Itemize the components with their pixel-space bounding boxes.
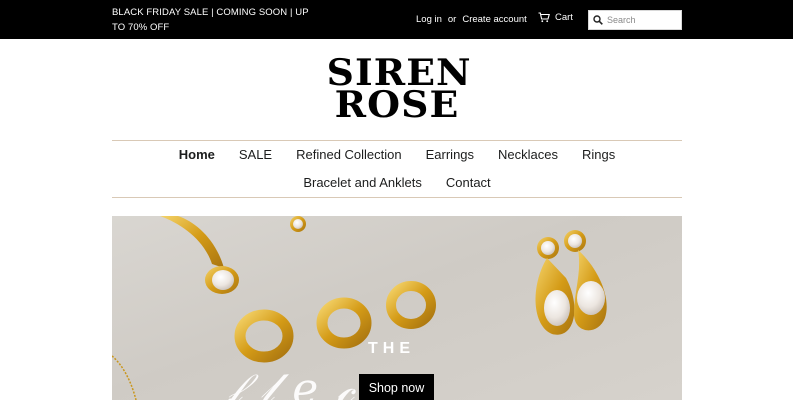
search-icon[interactable] (593, 15, 603, 25)
search-input[interactable] (607, 15, 677, 25)
nav-item-bracelet-and-anklets[interactable]: Bracelet and Anklets (303, 175, 422, 191)
announcement-line-1: BLACK FRIDAY SALE | COMING SOON | UP (112, 7, 309, 18)
announcement-bar: BLACK FRIDAY SALE | COMING SOON | UP TO … (0, 0, 793, 39)
create-account-link[interactable]: Create account (462, 14, 526, 25)
cart-link[interactable]: Cart (538, 12, 573, 23)
account-separator: or (447, 14, 457, 25)
main-nav-row-2: Bracelet and Anklets Contact (112, 175, 682, 191)
main-nav-row-1: Home SALE Refined Collection Earrings Ne… (112, 147, 682, 163)
hero-banner[interactable]: THE 𝒻 𝓁 𝑒 𝒸 𝓉 Shop now (112, 216, 682, 400)
nav-item-rings[interactable]: Rings (582, 147, 615, 163)
nav-divider-top (112, 140, 682, 141)
nav-divider-bottom (112, 197, 682, 198)
nav-item-necklaces[interactable]: Necklaces (498, 147, 558, 163)
announcement-line-2: TO 70% OFF (112, 22, 170, 33)
cart-icon (538, 12, 550, 23)
nav-item-refined-collection[interactable]: Refined Collection (296, 147, 402, 163)
hero-overlay-the: THE (368, 340, 415, 357)
account-links: Log in or Create account (416, 0, 527, 39)
nav-item-home[interactable]: Home (179, 147, 215, 163)
cart-label: Cart (555, 12, 573, 23)
announcement-text: BLACK FRIDAY SALE | COMING SOON | UP TO … (112, 5, 312, 35)
nav-item-earrings[interactable]: Earrings (426, 147, 474, 163)
shop-now-button[interactable]: Shop now (359, 374, 434, 400)
nav-item-contact[interactable]: Contact (446, 175, 491, 191)
search-box[interactable] (588, 10, 682, 30)
login-link[interactable]: Log in (416, 14, 442, 25)
hero-jewelry-image (112, 216, 607, 400)
nav-item-sale[interactable]: SALE (239, 147, 272, 163)
logo-line-2: ROSE (334, 84, 460, 126)
site-logo[interactable]: SIREN ROSE (327, 55, 471, 123)
